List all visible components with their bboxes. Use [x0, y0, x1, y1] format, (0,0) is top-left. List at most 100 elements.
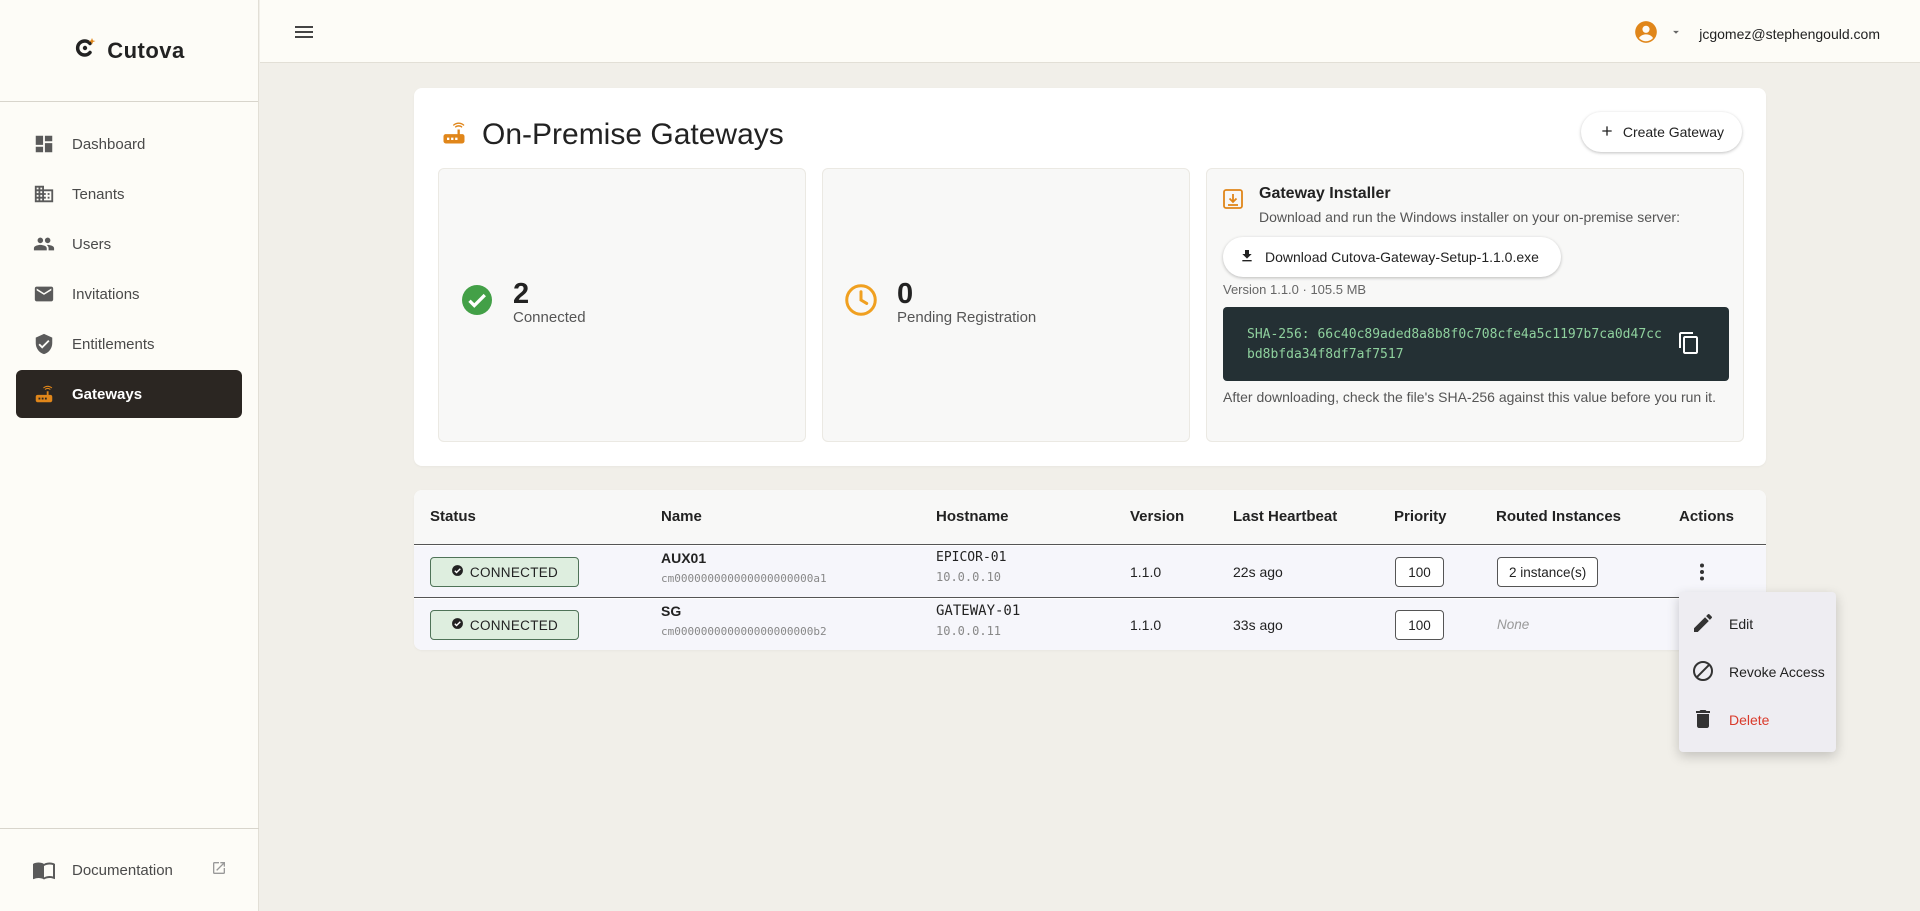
table-row[interactable]: CONNECTED SG cm000000000000000000000b2 G… [414, 599, 1766, 650]
pending-label: Pending Registration [897, 309, 1037, 326]
sidebar-item-label: Users [72, 235, 112, 253]
installer-description: Download and run the Windows installer o… [1259, 209, 1680, 225]
sidebar-item-label: Entitlements [72, 335, 155, 353]
dashboard-icon [32, 132, 56, 156]
gateways-overview-card: On-Premise Gateways Create Gateway 2 Con… [414, 88, 1766, 466]
ip-address: 10.0.0.11 [936, 624, 1002, 638]
router-icon [32, 382, 56, 406]
clock-icon [843, 282, 879, 323]
sidebar-item-gateways[interactable]: Gateways [16, 370, 242, 418]
user-email: jcgomez@stephengould.com [1699, 25, 1880, 42]
status-badge: CONNECTED [430, 610, 579, 640]
verify-note: After downloading, check the file's SHA-… [1223, 389, 1716, 405]
row-actions-menu: Edit Revoke Access Delete [1679, 592, 1836, 752]
user-menu[interactable]: jcgomez@stephengould.com [1633, 19, 1880, 48]
hostname: EPICOR-01 [936, 550, 1007, 565]
brand-name: Cutova [107, 37, 185, 63]
install-download-icon [1221, 187, 1245, 216]
menu-item-label: Edit [1729, 616, 1754, 632]
block-icon [1691, 659, 1715, 686]
pending-stat-card: 0 Pending Registration [822, 168, 1190, 442]
router-icon [440, 119, 468, 152]
account-circle-icon[interactable] [1633, 19, 1659, 48]
sidebar-item-entitlements[interactable]: Entitlements [16, 320, 242, 368]
pending-count: 0 [897, 278, 914, 310]
download-label: Download Cutova-Gateway-Setup-1.1.0.exe [1265, 249, 1539, 265]
connected-count: 2 [513, 278, 530, 310]
check-badge-icon [451, 564, 464, 580]
gateway-name: AUX01 [661, 550, 707, 566]
column-header-name: Name [661, 508, 702, 525]
menu-item-label: Revoke Access [1729, 664, 1825, 680]
version: 1.1.0 [1130, 617, 1162, 633]
column-header-routed-instances: Routed Instances [1496, 508, 1622, 525]
sidebar-item-invitations[interactable]: Invitations [16, 270, 242, 318]
create-gateway-button[interactable]: Create Gateway [1580, 112, 1742, 152]
priority-input[interactable]: 100 [1395, 610, 1444, 640]
column-header-last-heartbeat: Last Heartbeat [1233, 508, 1338, 525]
download-icon [1239, 248, 1255, 267]
sidebar: Cutova Dashboard Tenants Users Invitatio… [0, 0, 259, 911]
table-header: Status Name Hostname Version Last Heartb… [414, 490, 1766, 545]
column-header-version: Version [1130, 508, 1185, 525]
sidebar-item-users[interactable]: Users [16, 220, 242, 268]
sidebar-item-label: Tenants [72, 185, 125, 203]
version: 1.1.0 [1130, 564, 1162, 580]
connected-stat-card: 2 Connected [438, 168, 806, 442]
page-header: On-Premise Gateways [440, 118, 784, 152]
status-badge: CONNECTED [430, 557, 579, 587]
menu-item-delete[interactable]: Delete [1679, 696, 1836, 744]
plus-icon [1599, 123, 1615, 142]
status-text: CONNECTED [469, 617, 559, 633]
table-row[interactable]: CONNECTED AUX01 cm000000000000000000000a… [414, 546, 1766, 598]
logo-icon [73, 36, 97, 65]
sha-hash: SHA-256: 66c40c89aded8a8b8f0c708cfe4a5c1… [1247, 327, 1662, 362]
building-icon [32, 182, 56, 206]
hostname: GATEWAY-01 [936, 603, 1021, 619]
sha-block: SHA-256: 66c40c89aded8a8b8f0c708cfe4a5c1… [1223, 307, 1729, 381]
hamburger-menu-icon[interactable] [292, 20, 316, 44]
column-header-actions: Actions [1679, 508, 1735, 525]
mail-icon [32, 282, 56, 306]
check-badge-icon [451, 617, 464, 633]
documentation-label: Documentation [72, 861, 173, 879]
gateway-id: cm000000000000000000000a1 [661, 572, 827, 585]
connected-label: Connected [513, 309, 586, 326]
last-heartbeat: 33s ago [1233, 617, 1283, 633]
installer-version: Version 1.1.0 · 105.5 MB [1223, 282, 1367, 297]
shield-icon [32, 332, 56, 356]
page-title: On-Premise Gateways [482, 118, 784, 151]
gateway-name: SG [661, 603, 682, 619]
topbar: jcgomez@stephengould.com [260, 0, 1920, 63]
gateways-table: Status Name Hostname Version Last Heartb… [414, 490, 1766, 650]
gateway-installer-card: Gateway Installer Download and run the W… [1206, 168, 1744, 442]
sidebar-item-documentation[interactable]: Documentation [0, 828, 259, 911]
check-circle-icon [459, 282, 495, 323]
sidebar-nav: Dashboard Tenants Users Invitations Enti… [0, 102, 258, 418]
column-header-hostname: Hostname [936, 508, 1009, 525]
trash-icon [1691, 707, 1715, 734]
more-vert-icon[interactable] [1690, 560, 1714, 589]
routed-instances-button[interactable]: 2 instance(s) [1497, 557, 1599, 587]
installer-title: Gateway Installer [1259, 185, 1391, 202]
external-link-icon [211, 860, 227, 880]
status-text: CONNECTED [469, 564, 559, 580]
sidebar-item-label: Dashboard [72, 135, 146, 153]
sidebar-item-label: Gateways [72, 385, 143, 403]
gateway-id: cm000000000000000000000b2 [661, 625, 827, 638]
download-installer-button[interactable]: Download Cutova-Gateway-Setup-1.1.0.exe [1223, 237, 1561, 277]
column-header-status: Status [430, 508, 476, 525]
users-icon [32, 232, 56, 256]
priority-input[interactable]: 100 [1395, 557, 1444, 587]
sidebar-item-tenants[interactable]: Tenants [16, 170, 242, 218]
last-heartbeat: 22s ago [1233, 564, 1283, 580]
sidebar-item-label: Invitations [72, 285, 140, 303]
sidebar-item-dashboard[interactable]: Dashboard [16, 120, 242, 168]
menu-item-edit[interactable]: Edit [1679, 600, 1836, 648]
brand[interactable]: Cutova [0, 0, 258, 102]
menu-item-revoke-access[interactable]: Revoke Access [1679, 648, 1836, 696]
ip-address: 10.0.0.10 [936, 570, 1002, 584]
copy-icon[interactable] [1677, 331, 1701, 360]
column-header-priority: Priority [1394, 508, 1447, 525]
caret-down-icon[interactable] [1669, 25, 1683, 42]
